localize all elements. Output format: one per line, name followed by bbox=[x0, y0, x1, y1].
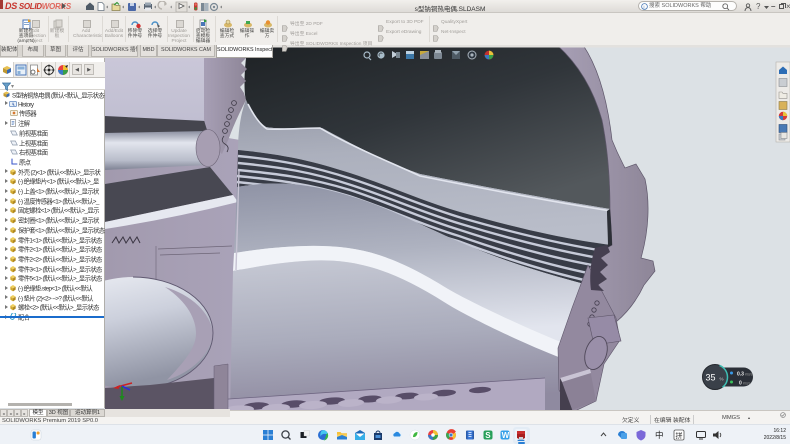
svg-text:W: W bbox=[502, 431, 510, 440]
svg-text:拼: 拼 bbox=[676, 431, 683, 440]
svg-text:i: i bbox=[643, 4, 644, 9]
svg-text:35: 35 bbox=[706, 373, 716, 383]
svg-text:S: S bbox=[485, 431, 491, 440]
svg-text:KB/s: KB/s bbox=[745, 372, 753, 376]
svg-text:%: % bbox=[720, 377, 724, 382]
svg-text:KB/s: KB/s bbox=[743, 381, 751, 385]
svg-text:0.3: 0.3 bbox=[737, 371, 744, 377]
svg-text:0: 0 bbox=[739, 380, 742, 386]
